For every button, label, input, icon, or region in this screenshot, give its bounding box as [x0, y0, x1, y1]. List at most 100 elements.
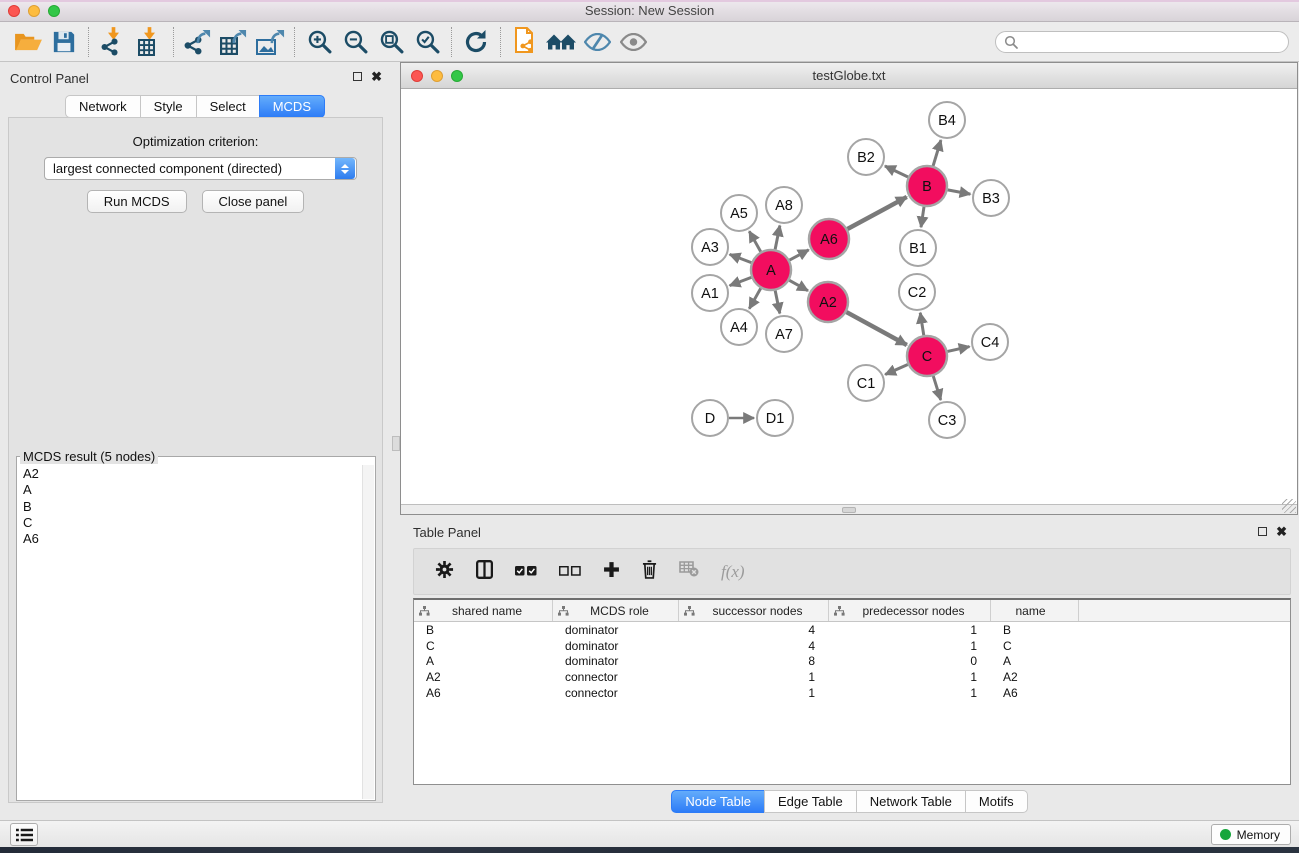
cell[interactable]: dominator [553, 654, 679, 668]
resize-grip[interactable] [1282, 499, 1296, 513]
cell[interactable]: A [991, 654, 1079, 668]
delete-table-button[interactable] [679, 561, 699, 582]
splitter-handle[interactable] [392, 436, 400, 451]
edge-A-A3[interactable] [730, 254, 752, 262]
float-table-panel-icon[interactable] [1258, 527, 1267, 536]
export-table-button[interactable] [216, 25, 252, 59]
tab-edge-table[interactable]: Edge Table [764, 790, 857, 813]
cell[interactable]: 1 [829, 639, 991, 653]
edge-A-A6[interactable] [790, 250, 809, 260]
network-scroll-handle[interactable] [842, 507, 856, 513]
task-history-button[interactable] [10, 823, 38, 846]
edge-B-B1[interactable] [921, 207, 924, 227]
show-columns-button[interactable] [476, 560, 493, 584]
refresh-layout-button[interactable] [458, 25, 494, 59]
criterion-dropdown[interactable]: largest connected component (directed) [44, 157, 357, 180]
result-item[interactable]: A [18, 482, 361, 498]
result-scrollbar[interactable] [362, 465, 374, 799]
edge-A-A7[interactable] [775, 291, 780, 314]
cell[interactable]: C [991, 639, 1079, 653]
cell[interactable]: 1 [679, 670, 829, 684]
cell[interactable]: C [414, 639, 553, 653]
tab-node-table[interactable]: Node Table [671, 790, 765, 813]
home-view-button[interactable] [543, 25, 579, 59]
cell[interactable]: A2 [991, 670, 1079, 684]
tab-select[interactable]: Select [196, 95, 260, 118]
tab-mcds[interactable]: MCDS [259, 95, 325, 118]
column-header-MCDS-role[interactable]: MCDS role [553, 600, 679, 621]
memory-button[interactable]: Memory [1211, 824, 1291, 845]
edge-A-A2[interactable] [789, 280, 808, 290]
edge-A-A4[interactable] [749, 288, 760, 308]
edge-B-B4[interactable] [933, 140, 941, 166]
cell[interactable]: connector [553, 670, 679, 684]
cell[interactable]: 1 [679, 686, 829, 700]
cell[interactable]: dominator [553, 623, 679, 637]
cell[interactable]: 4 [679, 623, 829, 637]
edge-C-C3[interactable] [933, 376, 940, 400]
table-row[interactable]: Adominator80A [414, 653, 1290, 669]
import-network-button[interactable] [95, 25, 131, 59]
cell[interactable]: B [414, 623, 553, 637]
cell[interactable]: 0 [829, 654, 991, 668]
column-header-predecessor-nodes[interactable]: predecessor nodes [829, 600, 991, 621]
edge-B-B3[interactable] [948, 190, 971, 194]
save-session-button[interactable] [46, 25, 82, 59]
cell[interactable]: connector [553, 686, 679, 700]
table-row[interactable]: A2connector11A2 [414, 669, 1290, 685]
column-header-shared-name[interactable]: shared name [414, 600, 553, 621]
zoom-selected-button[interactable] [409, 25, 445, 59]
open-session-button[interactable] [10, 25, 46, 59]
run-mcds-button[interactable]: Run MCDS [87, 190, 187, 213]
edge-A6-B[interactable] [847, 197, 906, 229]
close-panel-button[interactable]: Close panel [202, 190, 305, 213]
zoom-in-button[interactable] [301, 25, 337, 59]
tab-style[interactable]: Style [140, 95, 197, 118]
cell[interactable]: 4 [679, 639, 829, 653]
result-item[interactable]: A6 [18, 531, 361, 547]
cell[interactable]: 1 [829, 686, 991, 700]
cell[interactable]: dominator [553, 639, 679, 653]
edge-A-A1[interactable] [730, 277, 752, 285]
edge-C-C1[interactable] [885, 364, 908, 374]
table-row[interactable]: Cdominator41C [414, 638, 1290, 654]
table-options-button[interactable] [435, 560, 454, 584]
float-panel-icon[interactable] [353, 72, 362, 81]
result-item[interactable]: A2 [18, 466, 361, 482]
edge-C-C2[interactable] [920, 313, 924, 336]
import-table-button[interactable] [131, 25, 167, 59]
edge-A2-C[interactable] [846, 312, 906, 345]
table-row[interactable]: Bdominator41B [414, 622, 1290, 638]
tab-motifs[interactable]: Motifs [965, 790, 1028, 813]
edge-B-B2[interactable] [885, 166, 908, 177]
edge-C-C4[interactable] [947, 347, 969, 352]
cell[interactable]: 1 [829, 623, 991, 637]
cell[interactable]: 1 [829, 670, 991, 684]
edge-A-A5[interactable] [749, 231, 760, 251]
tab-network[interactable]: Network [65, 95, 141, 118]
delete-row-button[interactable] [642, 560, 657, 584]
result-item[interactable]: B [18, 499, 361, 515]
network-canvas[interactable]: B4B2BB3A8A5A6A3B1AA1C2A2A4A7C4CC1C3DD1 [401, 89, 1297, 504]
table-row[interactable]: A6connector11A6 [414, 685, 1290, 701]
export-network-button[interactable] [180, 25, 216, 59]
cell[interactable]: A2 [414, 670, 553, 684]
tab-network-table[interactable]: Network Table [856, 790, 966, 813]
show-all-button[interactable] [615, 25, 651, 59]
cell[interactable]: A6 [991, 686, 1079, 700]
network-from-file-button[interactable] [507, 25, 543, 59]
search-input[interactable] [1018, 35, 1280, 49]
function-builder-button[interactable]: f(x) [721, 562, 745, 582]
add-row-button[interactable] [603, 561, 620, 583]
cell[interactable]: A6 [414, 686, 553, 700]
close-panel-icon[interactable]: ✖ [371, 71, 382, 82]
result-item[interactable]: C [18, 515, 361, 531]
column-header-successor-nodes[interactable]: successor nodes [679, 600, 829, 621]
export-image-button[interactable] [252, 25, 288, 59]
cell[interactable]: B [991, 623, 1079, 637]
cell[interactable]: 8 [679, 654, 829, 668]
close-table-panel-icon[interactable]: ✖ [1276, 526, 1287, 537]
search-field[interactable] [995, 31, 1289, 53]
deselect-all-button[interactable] [559, 563, 581, 581]
edge-A-A8[interactable] [775, 226, 780, 250]
